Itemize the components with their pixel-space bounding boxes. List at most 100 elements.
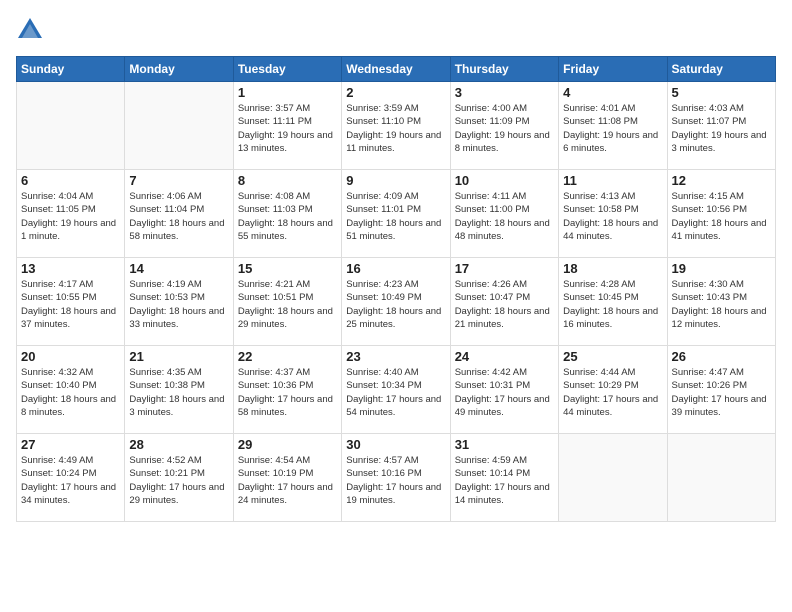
day-info: Sunrise: 4:57 AM Sunset: 10:16 PM Daylig… [346,454,445,507]
day-number: 24 [455,349,554,364]
day-number: 14 [129,261,228,276]
day-info: Sunrise: 4:28 AM Sunset: 10:45 PM Daylig… [563,278,662,331]
day-number: 20 [21,349,120,364]
calendar-cell [17,82,125,170]
day-number: 10 [455,173,554,188]
calendar-cell: 18 Sunrise: 4:28 AM Sunset: 10:45 PM Dayl… [559,258,667,346]
calendar-cell: 3 Sunrise: 4:00 AM Sunset: 11:09 PM Dayli… [450,82,558,170]
calendar-cell: 1 Sunrise: 3:57 AM Sunset: 11:11 PM Dayli… [233,82,341,170]
calendar-cell: 9 Sunrise: 4:09 AM Sunset: 11:01 PM Dayli… [342,170,450,258]
calendar-cell [559,434,667,522]
calendar-cell: 23 Sunrise: 4:40 AM Sunset: 10:34 PM Dayl… [342,346,450,434]
day-header-wednesday: Wednesday [342,57,450,82]
day-number: 6 [21,173,120,188]
calendar-cell: 27 Sunrise: 4:49 AM Sunset: 10:24 PM Dayl… [17,434,125,522]
day-info: Sunrise: 4:21 AM Sunset: 10:51 PM Daylig… [238,278,337,331]
week-row-1: 1 Sunrise: 3:57 AM Sunset: 11:11 PM Dayli… [17,82,776,170]
calendar-cell: 4Sunrise: 4:01 AM Sunset: 11:08 PM Dayli… [559,82,667,170]
day-number: 19 [672,261,771,276]
calendar-cell: 8Sunrise: 4:08 AM Sunset: 11:03 PM Dayli… [233,170,341,258]
day-number: 23 [346,349,445,364]
day-info: Sunrise: 4:35 AM Sunset: 10:38 PM Daylig… [129,366,228,419]
day-info: Sunrise: 4:47 AM Sunset: 10:26 PM Daylig… [672,366,771,419]
calendar-cell: 24 Sunrise: 4:42 AM Sunset: 10:31 PM Dayl… [450,346,558,434]
day-info: Sunrise: 4:15 AM Sunset: 10:56 PM Daylig… [672,190,771,243]
calendar-cell: 28Sunrise: 4:52 AM Sunset: 10:21 PM Dayl… [125,434,233,522]
calendar-cell: 7Sunrise: 4:06 AM Sunset: 11:04 PM Dayli… [125,170,233,258]
week-row-3: 13Sunrise: 4:17 AM Sunset: 10:55 PM Dayl… [17,258,776,346]
day-info: Sunrise: 4:37 AM Sunset: 10:36 PM Daylig… [238,366,337,419]
header [16,16,776,44]
day-header-monday: Monday [125,57,233,82]
calendar-cell: 29 Sunrise: 4:54 AM Sunset: 10:19 PM Dayl… [233,434,341,522]
calendar-cell: 20 Sunrise: 4:32 AM Sunset: 10:40 PM Dayl… [17,346,125,434]
calendar-cell: 26Sunrise: 4:47 AM Sunset: 10:26 PM Dayl… [667,346,775,434]
day-number: 2 [346,85,445,100]
week-row-5: 27 Sunrise: 4:49 AM Sunset: 10:24 PM Dayl… [17,434,776,522]
day-number: 8 [238,173,337,188]
day-info: Sunrise: 4:19 AM Sunset: 10:53 PM Daylig… [129,278,228,331]
day-header-thursday: Thursday [450,57,558,82]
day-info: Sunrise: 4:23 AM Sunset: 10:49 PM Daylig… [346,278,445,331]
calendar-cell: 6Sunrise: 4:04 AM Sunset: 11:05 PM Dayli… [17,170,125,258]
day-info: Sunrise: 4:54 AM Sunset: 10:19 PM Daylig… [238,454,337,507]
day-header-tuesday: Tuesday [233,57,341,82]
calendar-cell: 14 Sunrise: 4:19 AM Sunset: 10:53 PM Dayl… [125,258,233,346]
day-number: 18 [563,261,662,276]
calendar-cell: 15 Sunrise: 4:21 AM Sunset: 10:51 PM Dayl… [233,258,341,346]
day-info: Sunrise: 3:59 AM Sunset: 11:10 PM Daylig… [346,102,445,155]
calendar-cell: 19 Sunrise: 4:30 AM Sunset: 10:43 PM Dayl… [667,258,775,346]
day-info: Sunrise: 4:00 AM Sunset: 11:09 PM Daylig… [455,102,554,155]
day-header-sunday: Sunday [17,57,125,82]
calendar: SundayMondayTuesdayWednesdayThursdayFrid… [16,56,776,522]
day-info: Sunrise: 4:26 AM Sunset: 10:47 PM Daylig… [455,278,554,331]
day-number: 15 [238,261,337,276]
calendar-cell [125,82,233,170]
logo-icon [16,16,44,44]
day-info: Sunrise: 4:30 AM Sunset: 10:43 PM Daylig… [672,278,771,331]
day-number: 9 [346,173,445,188]
day-info: Sunrise: 3:57 AM Sunset: 11:11 PM Daylig… [238,102,337,155]
day-number: 3 [455,85,554,100]
day-number: 22 [238,349,337,364]
page: SundayMondayTuesdayWednesdayThursdayFrid… [0,0,792,612]
day-info: Sunrise: 4:11 AM Sunset: 11:00 PM Daylig… [455,190,554,243]
logo [16,16,48,44]
day-number: 13 [21,261,120,276]
day-number: 29 [238,437,337,452]
day-info: Sunrise: 4:44 AM Sunset: 10:29 PM Daylig… [563,366,662,419]
day-number: 21 [129,349,228,364]
calendar-cell: 16 Sunrise: 4:23 AM Sunset: 10:49 PM Dayl… [342,258,450,346]
week-row-2: 6Sunrise: 4:04 AM Sunset: 11:05 PM Dayli… [17,170,776,258]
header-row: SundayMondayTuesdayWednesdayThursdayFrid… [17,57,776,82]
day-number: 30 [346,437,445,452]
calendar-cell: 31Sunrise: 4:59 AM Sunset: 10:14 PM Dayl… [450,434,558,522]
day-number: 5 [672,85,771,100]
calendar-cell: 13Sunrise: 4:17 AM Sunset: 10:55 PM Dayl… [17,258,125,346]
day-info: Sunrise: 4:09 AM Sunset: 11:01 PM Daylig… [346,190,445,243]
calendar-cell: 11Sunrise: 4:13 AM Sunset: 10:58 PM Dayl… [559,170,667,258]
week-row-4: 20 Sunrise: 4:32 AM Sunset: 10:40 PM Dayl… [17,346,776,434]
day-number: 27 [21,437,120,452]
calendar-cell: 2 Sunrise: 3:59 AM Sunset: 11:10 PM Dayli… [342,82,450,170]
day-info: Sunrise: 4:42 AM Sunset: 10:31 PM Daylig… [455,366,554,419]
day-number: 1 [238,85,337,100]
day-number: 17 [455,261,554,276]
calendar-cell: 10 Sunrise: 4:11 AM Sunset: 11:00 PM Dayl… [450,170,558,258]
day-info: Sunrise: 4:32 AM Sunset: 10:40 PM Daylig… [21,366,120,419]
day-number: 4 [563,85,662,100]
calendar-cell: 12 Sunrise: 4:15 AM Sunset: 10:56 PM Dayl… [667,170,775,258]
calendar-cell: 25 Sunrise: 4:44 AM Sunset: 10:29 PM Dayl… [559,346,667,434]
day-number: 31 [455,437,554,452]
day-info: Sunrise: 4:03 AM Sunset: 11:07 PM Daylig… [672,102,771,155]
day-number: 12 [672,173,771,188]
day-header-saturday: Saturday [667,57,775,82]
day-info: Sunrise: 4:49 AM Sunset: 10:24 PM Daylig… [21,454,120,507]
day-number: 25 [563,349,662,364]
day-number: 16 [346,261,445,276]
day-number: 28 [129,437,228,452]
day-info: Sunrise: 4:40 AM Sunset: 10:34 PM Daylig… [346,366,445,419]
calendar-cell: 22 Sunrise: 4:37 AM Sunset: 10:36 PM Dayl… [233,346,341,434]
calendar-cell: 21 Sunrise: 4:35 AM Sunset: 10:38 PM Dayl… [125,346,233,434]
calendar-cell: 30 Sunrise: 4:57 AM Sunset: 10:16 PM Dayl… [342,434,450,522]
